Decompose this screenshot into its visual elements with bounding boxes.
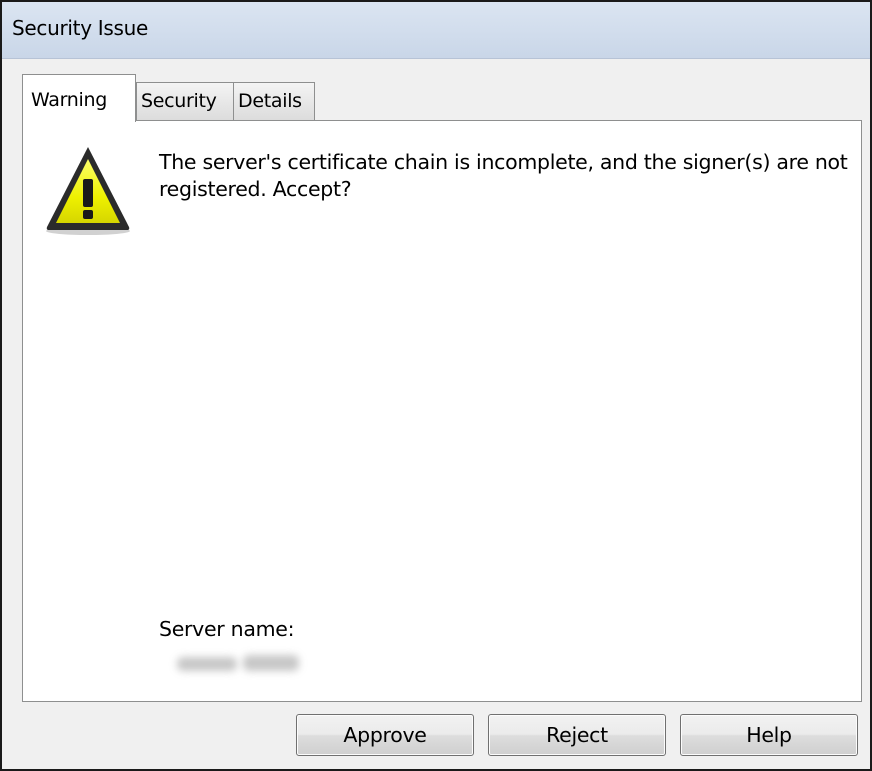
security-issue-dialog: Security Issue Warning Security Details …	[0, 0, 872, 771]
tab-security[interactable]: Security	[136, 82, 234, 120]
warning-message: The server's certificate chain is incomp…	[159, 150, 848, 201]
help-button[interactable]: Help	[680, 714, 858, 756]
reject-button[interactable]: Reject	[488, 714, 666, 756]
server-name-value-redacted	[173, 651, 303, 679]
server-name-label: Server name:	[159, 617, 295, 641]
window-title: Security Issue	[12, 16, 149, 40]
tab-details[interactable]: Details	[233, 82, 315, 120]
button-bar: Approve Reject Help	[2, 710, 870, 760]
title-bar[interactable]: Security Issue	[2, 2, 870, 59]
warning-tab-panel: The server's certificate chain is incomp…	[22, 120, 862, 702]
approve-button[interactable]: Approve	[296, 714, 474, 756]
warning-triangle-icon	[46, 147, 130, 235]
tab-warning[interactable]: Warning	[22, 74, 136, 122]
